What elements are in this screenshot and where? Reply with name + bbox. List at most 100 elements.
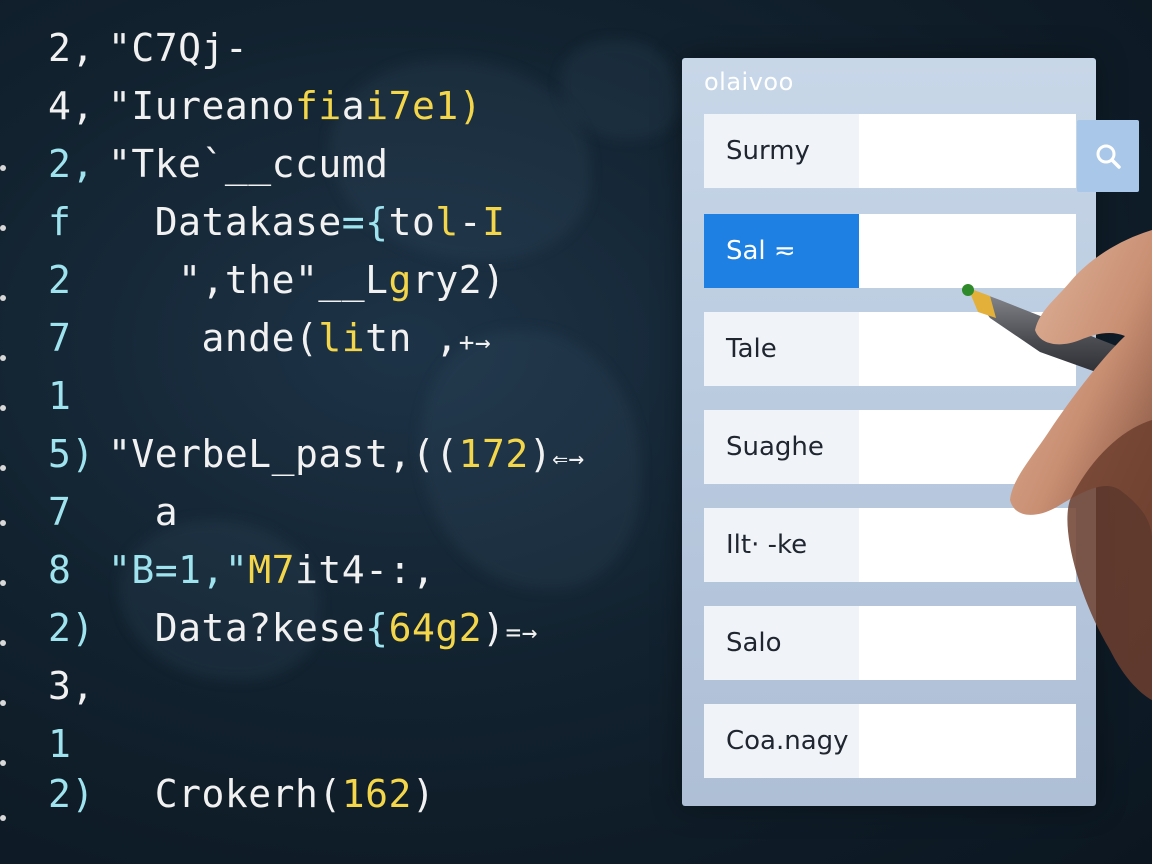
gutter-mark (0, 640, 6, 646)
code-token: Crokerh( (108, 772, 342, 816)
gutter-mark (0, 700, 6, 706)
field-row[interactable]: Surmy (704, 114, 1076, 188)
field-row[interactable]: Suaghe (704, 410, 1076, 484)
field-input[interactable] (859, 410, 1076, 484)
field-label[interactable]: Suaghe (704, 410, 859, 484)
field-input[interactable] (859, 214, 1076, 288)
field-label[interactable]: Ilt· -ke (704, 508, 859, 582)
line-number: 3, (48, 664, 95, 708)
line-number: 7 (48, 490, 72, 534)
field-label[interactable]: Salo (704, 606, 859, 680)
line-number: 2) (48, 606, 95, 650)
code-token: M7 (248, 548, 296, 592)
line-number: 1 (48, 722, 72, 766)
field-label[interactable]: Coa.nagy (704, 704, 859, 778)
line-number: 2, (48, 142, 95, 186)
field-label[interactable]: Surmy (704, 114, 859, 188)
code-token: I (482, 200, 506, 244)
line-number: 8 (48, 548, 72, 592)
field-input[interactable] (859, 114, 1076, 188)
line-number: 4, (48, 84, 95, 128)
code-line: 4, "Iureanofiai7e1) (48, 80, 482, 132)
gutter-mark (0, 520, 6, 526)
gutter-mark (0, 225, 6, 231)
gutter-mark (0, 405, 6, 411)
code-token: it4-:, (295, 548, 436, 592)
code-token: "Iureano (108, 84, 296, 128)
code-line: 1 (48, 718, 108, 770)
code-line: 2, "C7Qj- (48, 22, 248, 74)
code-token: l (435, 200, 459, 244)
gutter-mark (0, 165, 6, 171)
code-token: to (388, 200, 436, 244)
field-row[interactable]: Sal ≂ (704, 214, 1076, 288)
field-row[interactable]: Salo (704, 606, 1076, 680)
gutter-mark (0, 465, 6, 471)
line-number: f (48, 200, 72, 244)
code-line: 7 a (48, 486, 178, 538)
gutter-mark (0, 355, 6, 361)
code-token: Datakase (108, 200, 342, 244)
field-label[interactable]: Tale (704, 312, 859, 386)
code-token: i7e1) (365, 84, 483, 128)
field-row[interactable]: Coa.nagy (704, 704, 1076, 778)
code-token: "B=1," (108, 548, 249, 592)
code-token: { (365, 200, 389, 244)
gutter-mark (0, 760, 6, 766)
code-token: 162 (341, 772, 412, 816)
line-number: 5) (48, 432, 95, 476)
code-line: 5) "VerbeL_past,((172)⇐→ (48, 428, 585, 480)
code-token: "C7Qj- (108, 26, 249, 70)
code-token: =→ (505, 618, 538, 648)
code-token: ande( (108, 316, 319, 360)
field-selection-dialog: olaivoo Surmy Sal ≂ Tale Suaghe Ilt· -ke Salo… (682, 58, 1139, 806)
code-token: Data?kese (108, 606, 366, 650)
code-editor: 2, "C7Qj- 4, "Iureanofiai7e1) 2, "Tke`__ccumd… (0, 0, 670, 864)
code-line: f Datakase={tol-I (48, 196, 506, 248)
code-token: ) (411, 772, 436, 816)
code-token: "Tke`__ccumd (108, 142, 389, 186)
search-button[interactable] (1077, 120, 1139, 192)
code-line: 2, "Tke`__ccumd (48, 138, 389, 190)
gutter-mark (0, 580, 6, 586)
code-token: +→ (458, 328, 491, 358)
line-number: 2) (48, 772, 95, 816)
line-number: 2, (48, 26, 95, 70)
code-token: a (341, 84, 366, 128)
line-number: 1 (48, 374, 72, 418)
code-token: { (365, 606, 389, 650)
field-label-selected[interactable]: Sal ≂ (704, 214, 859, 288)
code-token: ry2) (411, 258, 506, 302)
field-input[interactable] (859, 508, 1076, 582)
line-number: 7 (48, 316, 72, 360)
code-token: 172 (458, 432, 529, 476)
field-row[interactable]: Tale (704, 312, 1076, 386)
code-token: - (458, 200, 483, 244)
code-token: a (108, 490, 179, 534)
code-line: 7 ande(litn ,+→ (48, 312, 491, 364)
code-token: tn , (365, 316, 459, 360)
gutter-mark (0, 295, 6, 301)
code-line: 3, (48, 660, 108, 712)
code-token: ⇐→ (552, 444, 585, 474)
dialog-title: olaivoo (704, 68, 794, 96)
gutter-marks (0, 0, 14, 864)
search-icon (1096, 144, 1121, 169)
code-token: li (318, 316, 366, 360)
code-token: 64g2 (388, 606, 483, 650)
code-token: ) (482, 606, 506, 650)
code-token: ",the"__L (178, 258, 389, 302)
code-token: "VerbeL_past,(( (108, 432, 459, 476)
code-line: 2) Data?kese{64g2)=→ (48, 602, 538, 654)
field-input[interactable] (859, 704, 1076, 778)
field-input[interactable] (859, 606, 1076, 680)
code-line: 2 ",the"__Lgry2) (48, 254, 505, 306)
code-token: = (341, 200, 366, 244)
field-row[interactable]: Ilt· -ke (704, 508, 1076, 582)
line-number: 2 (48, 258, 72, 302)
field-input[interactable] (859, 312, 1076, 386)
code-token: ) (528, 432, 553, 476)
code-line: 1 (48, 370, 108, 422)
code-line: 8 "B=1,"M7it4-:, (48, 544, 435, 596)
